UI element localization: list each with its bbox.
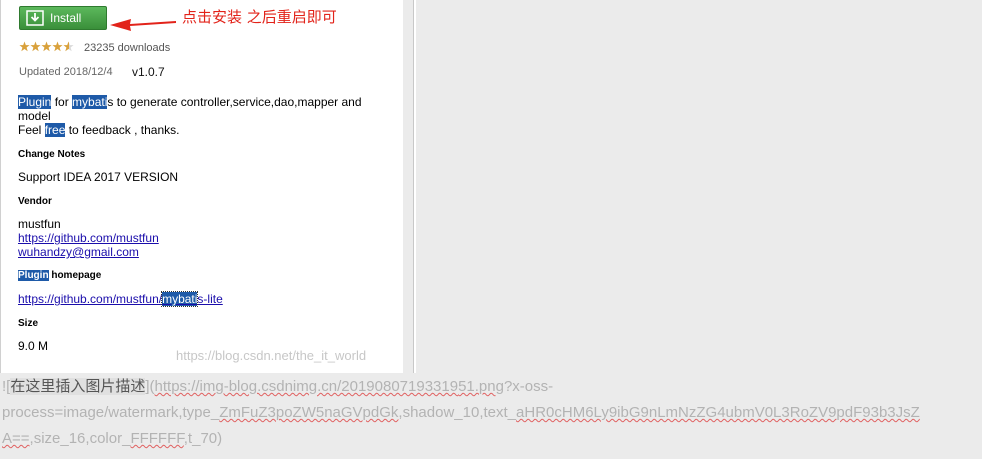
desc-text: for bbox=[51, 95, 73, 109]
search-highlight: Plugin bbox=[18, 270, 49, 281]
search-highlight: mybati bbox=[161, 291, 199, 307]
search-highlight: free bbox=[44, 123, 66, 137]
star-icon bbox=[30, 41, 41, 52]
md-text: aHR0cHM6Ly9ibG9nLmNzZG4ubmV0L3RoZV9pdF93… bbox=[516, 404, 920, 421]
md-text: ,shadow_10,text_ bbox=[398, 404, 517, 421]
star-icon bbox=[52, 41, 63, 52]
pane-divider[interactable] bbox=[413, 0, 416, 373]
vendor-name: mustfun bbox=[18, 217, 61, 231]
star-icon bbox=[19, 41, 30, 52]
md-text: FFFFFF bbox=[130, 430, 184, 447]
homepage-header: Plugin homepage bbox=[18, 270, 101, 281]
md-text: ,t_70) bbox=[183, 430, 223, 447]
half-star-icon bbox=[63, 41, 74, 52]
description-line-1: Plugin for mybatis to generate controlle… bbox=[18, 95, 362, 109]
desc-text: Feel bbox=[18, 123, 45, 137]
md-text: A== bbox=[2, 430, 30, 447]
size-header: Size bbox=[18, 318, 39, 329]
vendor-url-link[interactable]: https://github.com/mustfun bbox=[18, 231, 159, 245]
plugin-detail-panel: Install 23235 downloads Updated 2018/12/… bbox=[0, 0, 404, 373]
md-url: 51.png bbox=[458, 378, 504, 395]
size-value: 9.0 M bbox=[18, 339, 49, 353]
md-text: ZmFuZ3poZW5naGVpdGk bbox=[219, 404, 399, 421]
description-line-3: Feel free to feedback , thanks. bbox=[18, 123, 179, 137]
md-text: ]( bbox=[145, 378, 155, 395]
updated-date: Updated 2018/12/4 bbox=[19, 66, 113, 78]
change-notes-text: Support IDEA 2017 VERSION bbox=[18, 170, 179, 184]
homepage-url-part: s-lite bbox=[197, 292, 223, 306]
homepage-url-row: https://github.com/mustfun/mybatis-lite bbox=[18, 291, 223, 307]
editor-line-2: process=image/watermark,type_ZmFuZ3poZW5… bbox=[2, 401, 920, 425]
homepage-url-part: https://github.com/mustfun/ bbox=[18, 292, 163, 306]
star-icon bbox=[41, 41, 52, 52]
vendor-header: Vendor bbox=[18, 196, 52, 207]
desc-text: to feedback , thanks. bbox=[65, 123, 180, 137]
md-text: ,size_16,color_ bbox=[29, 430, 131, 447]
md-text: ?x-oss- bbox=[503, 378, 554, 395]
image-caption: 在这里插入图片描述 bbox=[10, 378, 146, 395]
download-icon bbox=[26, 10, 44, 26]
editor-line-3: A==,size_16,color_FFFFFF,t_70) bbox=[2, 427, 222, 451]
install-label: Install bbox=[50, 11, 82, 25]
install-button[interactable]: Install bbox=[19, 6, 107, 30]
search-highlight: Plugin bbox=[18, 95, 52, 109]
homepage-link[interactable]: https://github.com/mustfun/mybatis-lite bbox=[18, 291, 223, 307]
search-highlight: mybati bbox=[72, 95, 108, 109]
annotation-text: 点击安装 之后重启即可 bbox=[182, 8, 337, 26]
md-text: process=image/watermark,type_ bbox=[2, 404, 220, 421]
desc-text: s to generate controller,service,dao,map… bbox=[107, 95, 362, 109]
editor-line-1: ![在这里插入图片描述](https://img-blog.csdnimg.cn… bbox=[2, 375, 553, 399]
watermark: https://blog.csdn.net/the_it_world bbox=[176, 348, 367, 363]
description-line-2: model bbox=[18, 109, 51, 123]
red-arrow-icon bbox=[110, 19, 176, 31]
right-pane bbox=[403, 0, 982, 373]
rating-stars bbox=[19, 41, 74, 52]
markdown-editor[interactable]: ![在这里插入图片描述](https://img-blog.csdnimg.cn… bbox=[0, 373, 982, 459]
md-url: https://img-blog.csdnimg.cn/201908071933… bbox=[154, 378, 459, 395]
version-label: v1.0.7 bbox=[132, 65, 165, 79]
vendor-url-row: https://github.com/mustfun bbox=[18, 231, 159, 245]
change-notes-header: Change Notes bbox=[18, 149, 86, 160]
download-count: 23235 downloads bbox=[84, 42, 171, 54]
homepage-header-text: homepage bbox=[48, 270, 102, 281]
vendor-email-link[interactable]: wuhandzy@gmail.com bbox=[18, 245, 139, 259]
vendor-email-row: wuhandzy@gmail.com bbox=[18, 245, 139, 259]
